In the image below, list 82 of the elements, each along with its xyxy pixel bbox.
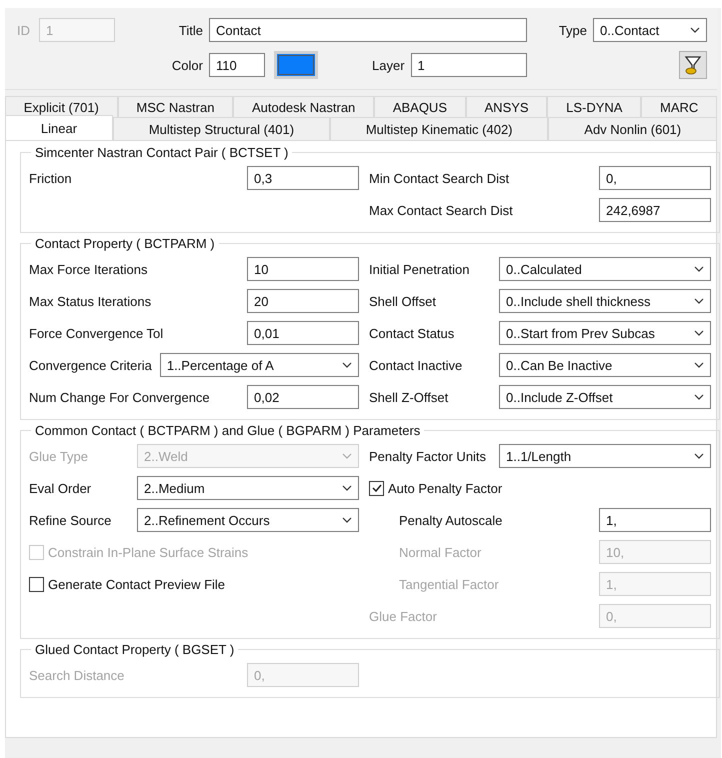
field-label: Shell Z-Offset [369,390,450,404]
tab[interactable]: MARC [641,96,718,117]
tab[interactable]: MSC Nastran [118,96,234,117]
field-label: Convergence Criteria [29,358,153,372]
field-label: Penalty Autoscale [399,512,504,528]
field-label: Force Convergence Tol [29,326,164,340]
title-field[interactable]: Contact [209,18,527,42]
field-label: Shell Offset [369,294,437,308]
field-label: Num Change For Convergence [29,390,211,404]
chevron-down-icon [694,266,704,272]
chevron-down-icon [342,485,352,491]
chevron-down-icon [694,453,704,459]
chevron-down-icon [694,362,704,368]
tab[interactable]: Explicit (701) [5,96,118,117]
chevron-down-icon [342,362,352,368]
input-field[interactable]: 0,3 [247,166,359,190]
tab[interactable]: Linear [5,115,113,140]
tab[interactable]: ANSYS [466,96,548,117]
chevron-down-icon [342,517,352,523]
field-label: Min Contact Search Dist [369,170,510,186]
field-label: Tangential Factor [399,576,500,592]
dropdown[interactable]: 0..Calculated [499,257,711,281]
check-icon [370,482,382,494]
field-label: Eval Order [29,480,92,496]
layer-field[interactable]: 1 [410,53,527,77]
dropdown[interactable]: 0..Include shell thickness [499,289,711,313]
field-label: Contact Inactive [369,358,464,372]
group-title: Simcenter Nastran Contact Pair ( BCTSET ) [34,145,290,160]
input-field[interactable]: 1, [599,508,711,532]
checkbox-label: Auto Penalty Factor [388,480,502,496]
chevron-down-icon [690,27,700,33]
field-label: Normal Factor [399,544,482,560]
field-label: Penalty Factor Units [369,448,488,464]
field-label: Max Force Iterations [29,262,148,276]
filter-button[interactable] [679,51,707,79]
chevron-down-icon [694,298,704,304]
dropdown[interactable]: 0..Can Be Inactive [499,353,711,377]
checkbox[interactable] [369,480,384,496]
group-title: Glued Contact Property ( BGSET ) [34,642,236,657]
field-label: Contact Status [369,326,456,340]
tab[interactable]: Multistep Kinematic (402) [330,117,548,140]
title-label: Title [178,22,204,38]
input-field[interactable]: 10 [247,257,359,281]
checkbox-label: Constrain In-Plane Surface Strains [48,544,248,560]
field-label: Glue Type [29,448,90,464]
tab[interactable]: LS-DYNA [547,96,642,117]
tab[interactable]: Multistep Structural (401) [112,117,330,140]
tab[interactable]: ABAQUS [374,96,466,117]
color-label: Color [170,58,204,72]
field-label: Max Contact Search Dist [369,202,514,218]
dropdown[interactable]: 0..Start from Prev Subcas [499,321,711,345]
field-label: Search Distance [29,668,126,682]
checkbox-label: Generate Contact Preview File [48,576,226,592]
chevron-down-icon [694,394,704,400]
dropdown[interactable]: 0..Include Z-Offset [499,385,711,409]
field-label: Max Status Iterations [29,294,152,308]
field-label: Glue Factor [369,608,438,624]
chevron-down-icon [694,330,704,336]
input-field[interactable]: 242,6987 [599,198,711,222]
layer-label: Layer [372,58,405,72]
input-field[interactable]: 0, [599,166,711,190]
dropdown[interactable]: 2..Refinement Occurs [137,508,359,532]
field-label: Friction [29,170,73,186]
field-label: Refine Source [29,512,112,528]
chevron-down-icon [342,453,352,459]
dropdown[interactable]: 1..1/Length [499,444,711,468]
dropdown[interactable]: 1..Percentage of A [160,353,359,377]
id-label: ID [17,22,31,38]
tab[interactable]: Autodesk Nastran [233,96,374,117]
type-label: Type [558,22,588,38]
color-swatch-button[interactable] [274,51,318,79]
input-field[interactable]: 0,02 [247,385,359,409]
group-title: Common Contact ( BCTPARM ) and Glue ( BGPARM ) Parameters [34,423,422,438]
color-field[interactable]: 110 [209,53,265,77]
input-field[interactable]: 0,01 [247,321,359,345]
tab[interactable]: Adv Nonlin (601) [548,117,717,140]
input-field[interactable]: 20 [247,289,359,313]
checkbox[interactable] [29,576,44,592]
field-label: Initial Penetration [369,262,470,276]
type-dropdown[interactable]: 0..Contact [593,18,707,42]
group-title: Contact Property ( BCTPARM ) [34,236,216,251]
dropdown[interactable]: 2..Medium [137,476,359,500]
